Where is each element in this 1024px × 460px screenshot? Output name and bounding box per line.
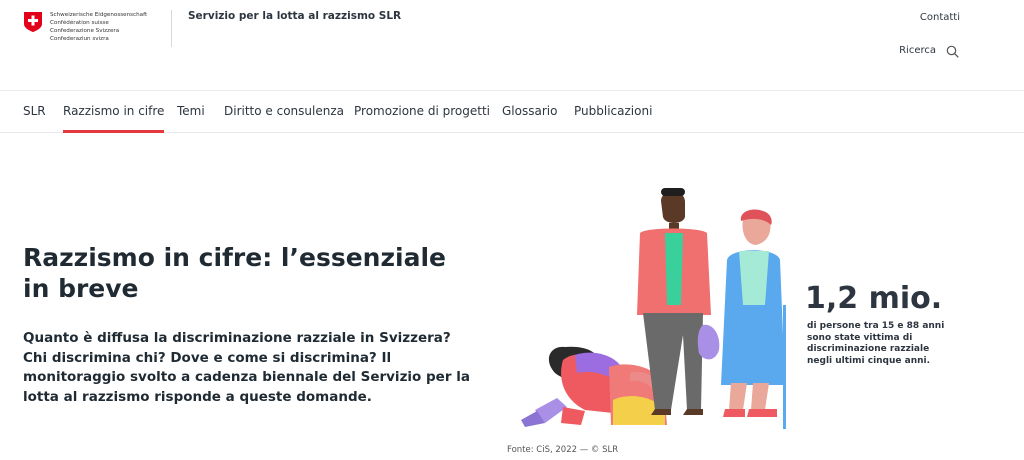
nav-item-diritto-e-consulenza[interactable]: Diritto e consulenza bbox=[224, 104, 344, 118]
sitting-person-figure bbox=[521, 346, 667, 427]
header-divider bbox=[171, 10, 172, 47]
source-caption: Fonte: CiS, 2022 — © SLR bbox=[507, 445, 619, 455]
nav-item-promozione-di-progetti[interactable]: Promozione di progetti bbox=[354, 104, 490, 118]
logo-text: Schweizerische Eidgenossenschaft Confédé… bbox=[50, 12, 148, 42]
page-title: Razzismo in cifre: l’essenziale in breve bbox=[23, 243, 446, 303]
search-icon[interactable] bbox=[946, 45, 959, 58]
swiss-flag-icon bbox=[24, 12, 42, 32]
stat-value: 1,2 mio. bbox=[805, 281, 943, 316]
search-label[interactable]: Ricerca bbox=[899, 45, 936, 56]
nav-item-pubblicazioni[interactable]: Pubblicazioni bbox=[574, 104, 652, 118]
stat-description: di persone tra 15 e 88 anni sono state v… bbox=[807, 321, 945, 366]
nav-item-slr[interactable]: SLR bbox=[23, 104, 46, 118]
lead-paragraph: Quanto è diffusa la discriminazione razz… bbox=[23, 330, 470, 405]
site-title[interactable]: Servizio per la lotta al razzismo SLR bbox=[188, 10, 401, 22]
main-navigation: SLR Razzismo in cifre Temi Diritto e con… bbox=[0, 91, 1024, 133]
elderly-woman-figure bbox=[721, 209, 786, 429]
site-header: Schweizerische Eidgenossenschaft Confédé… bbox=[0, 0, 1024, 91]
nav-item-temi[interactable]: Temi bbox=[177, 104, 205, 118]
people-illustration bbox=[521, 188, 786, 429]
confederation-logo[interactable]: Schweizerische Eidgenossenschaft Confédé… bbox=[23, 11, 173, 49]
nav-item-razzismo-in-cifre[interactable]: Razzismo in cifre bbox=[63, 104, 165, 133]
contact-link[interactable]: Contatti bbox=[920, 12, 960, 23]
nav-item-glossario[interactable]: Glossario bbox=[502, 104, 557, 118]
